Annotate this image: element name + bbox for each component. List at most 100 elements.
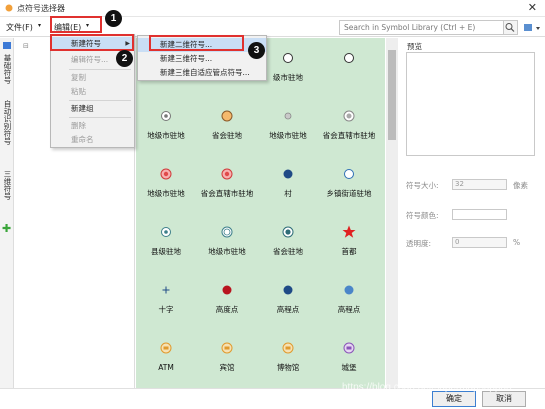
window-title: 点符号选择器: [17, 4, 65, 13]
symbol-cell[interactable]: 乡镇街道驻地: [319, 160, 379, 218]
symbol-cell[interactable]: [319, 44, 379, 102]
symbol-label: 地级市驻地: [147, 189, 185, 198]
folder-icon[interactable]: [2, 40, 12, 50]
symbol-size-field[interactable]: 32: [452, 179, 507, 190]
symbol-label: 高程点: [276, 305, 300, 314]
menu-item-delete[interactable]: 删除: [51, 119, 134, 133]
menu-item-copy[interactable]: 复制: [51, 71, 134, 85]
ok-button[interactable]: 确定: [432, 391, 476, 407]
symbol-dot-navy-icon: [283, 285, 293, 295]
symbol-dot-navy-icon: [283, 169, 293, 179]
symbol-cell[interactable]: 高度点: [197, 276, 257, 334]
symbol-dot-darkred-icon: [222, 285, 232, 295]
menu-item-rename[interactable]: 重命名: [51, 133, 134, 147]
symbol-cross-navy-icon: [162, 286, 170, 294]
step-badge-3: 3: [248, 42, 265, 59]
symbol-label: 县级驻地: [151, 247, 181, 256]
cancel-button[interactable]: 取消: [482, 391, 526, 407]
symbol-cell[interactable]: 地级市驻地: [258, 102, 318, 160]
grid-scrollbar[interactable]: [386, 38, 398, 388]
menu-file[interactable]: 文件(F): [6, 22, 33, 33]
app-icon: [5, 4, 13, 12]
symbol-circle-red-pink-icon: [160, 168, 172, 180]
tree-expander-icon[interactable]: ⊟: [23, 42, 29, 50]
symbol-cell[interactable]: 地级市驻地: [136, 102, 196, 160]
symbol-circle-double-gray-icon: [343, 110, 355, 122]
symbol-cell[interactable]: 博物馆: [258, 334, 318, 388]
preview-title: 预览: [407, 42, 422, 51]
opacity-label: 透明度:: [406, 239, 432, 248]
symbol-badge-orange-icon: [160, 342, 172, 354]
symbol-cell[interactable]: 高程点: [319, 276, 379, 334]
opacity-field[interactable]: 0: [452, 237, 507, 248]
symbol-cell[interactable]: 城堡: [319, 334, 379, 388]
highlight-new-symbol: [50, 34, 134, 51]
step-badge-2: 2: [116, 50, 133, 67]
tab-basic-symbols[interactable]: 基础符号: [1, 54, 13, 84]
plus-icon[interactable]: ✚: [2, 222, 11, 235]
symbol-color-picker[interactable]: [452, 209, 507, 220]
symbol-label: 博物馆: [276, 363, 300, 372]
chevron-down-icon: ▾: [38, 22, 42, 29]
menu-item-new-3d-adaptive-symbol[interactable]: 新建三维自适应管点符号...: [138, 66, 266, 80]
preview-panel: 预览 符号大小: 32 像素 符号颜色: 透明度: 0 %: [399, 38, 545, 388]
menu-separator: [69, 117, 131, 118]
symbol-cell[interactable]: 省会直辖市驻地: [197, 160, 257, 218]
menu-item-new-group[interactable]: 新建组: [51, 102, 134, 116]
symbol-color-label: 符号颜色:: [406, 211, 439, 220]
symbol-cell[interactable]: ATM: [136, 334, 196, 388]
symbol-badge-orange-icon: [221, 342, 233, 354]
tab-3d-symbols[interactable]: 三维符号: [1, 170, 13, 200]
symbol-cell[interactable]: 宾馆: [197, 334, 257, 388]
symbol-label: 省会驻地: [212, 131, 242, 140]
symbol-circle-open-icon: [283, 53, 293, 63]
search-icon: [505, 23, 515, 32]
symbol-cell[interactable]: 村: [258, 160, 318, 218]
symbol-cell[interactable]: 高程点: [258, 276, 318, 334]
search-button[interactable]: [504, 20, 518, 35]
symbol-grid[interactable]: 级市驻地 地级市驻地 省会驻地 地级市驻地 省会直辖市驻地 地级市驻地 省会直辖市驻地村乡镇…: [136, 38, 385, 388]
symbol-circle-open-blue-icon: [344, 169, 354, 179]
symbol-circle-dot-gray-icon: [161, 111, 171, 121]
close-icon[interactable]: ✕: [528, 1, 537, 14]
symbol-circle-dot-teal-icon: [161, 227, 171, 237]
symbol-circle-double-teal-icon: [221, 226, 233, 238]
search-input[interactable]: Search in Symbol Library (Ctrl + E): [339, 20, 504, 35]
highlight-new-2d-symbol: [149, 35, 244, 51]
symbol-circle-orange-icon: [221, 110, 233, 122]
title-bar: 点符号选择器 ✕: [0, 0, 545, 17]
symbol-size-label: 符号大小:: [406, 181, 439, 190]
step-badge-1: 1: [105, 10, 122, 27]
symbol-circle-open-icon: [344, 53, 354, 63]
symbol-label: 村: [284, 189, 292, 198]
menu-separator: [69, 100, 131, 101]
symbol-label: 地级市驻地: [208, 247, 246, 256]
symbol-cell[interactable]: 地级市驻地: [197, 218, 257, 276]
symbol-cell[interactable]: 十字: [136, 276, 196, 334]
side-tab-strip: 基础符号 自动识别符号 三维符号 ✚: [0, 38, 14, 388]
symbol-cell[interactable]: 县级驻地: [136, 218, 196, 276]
symbol-cell[interactable]: 首都: [319, 218, 379, 276]
view-options-icon: [524, 24, 540, 31]
highlight-edit-menu: [50, 16, 102, 33]
symbol-dot-blue-icon: [344, 285, 354, 295]
scrollbar-thumb[interactable]: [388, 50, 396, 140]
symbol-label: 地级市驻地: [269, 131, 307, 140]
symbol-cell[interactable]: 省会驻地: [258, 218, 318, 276]
symbol-circle-small-gray-icon: [284, 112, 292, 120]
symbol-cell[interactable]: 级市驻地: [258, 44, 318, 102]
symbol-label: 首都: [341, 247, 357, 256]
symbol-label: 高程点: [337, 305, 361, 314]
opacity-unit: %: [513, 238, 521, 247]
menu-item-new-3d-symbol[interactable]: 新建三维符号...: [138, 52, 266, 66]
symbol-badge-purple-icon: [343, 342, 355, 354]
menu-item-paste[interactable]: 粘贴: [51, 85, 134, 99]
symbol-circle-target-teal-icon: [282, 226, 294, 238]
symbol-cell[interactable]: 省会直辖市驻地: [319, 102, 379, 160]
symbol-cell[interactable]: 地级市驻地: [136, 160, 196, 218]
view-mode-button[interactable]: [521, 20, 543, 35]
symbol-cell[interactable]: 省会驻地: [197, 102, 257, 160]
tab-auto-symbols[interactable]: 自动识别符号: [1, 100, 13, 145]
symbol-label: 省会直辖市驻地: [322, 131, 376, 140]
symbol-label: 级市驻地: [273, 73, 303, 82]
